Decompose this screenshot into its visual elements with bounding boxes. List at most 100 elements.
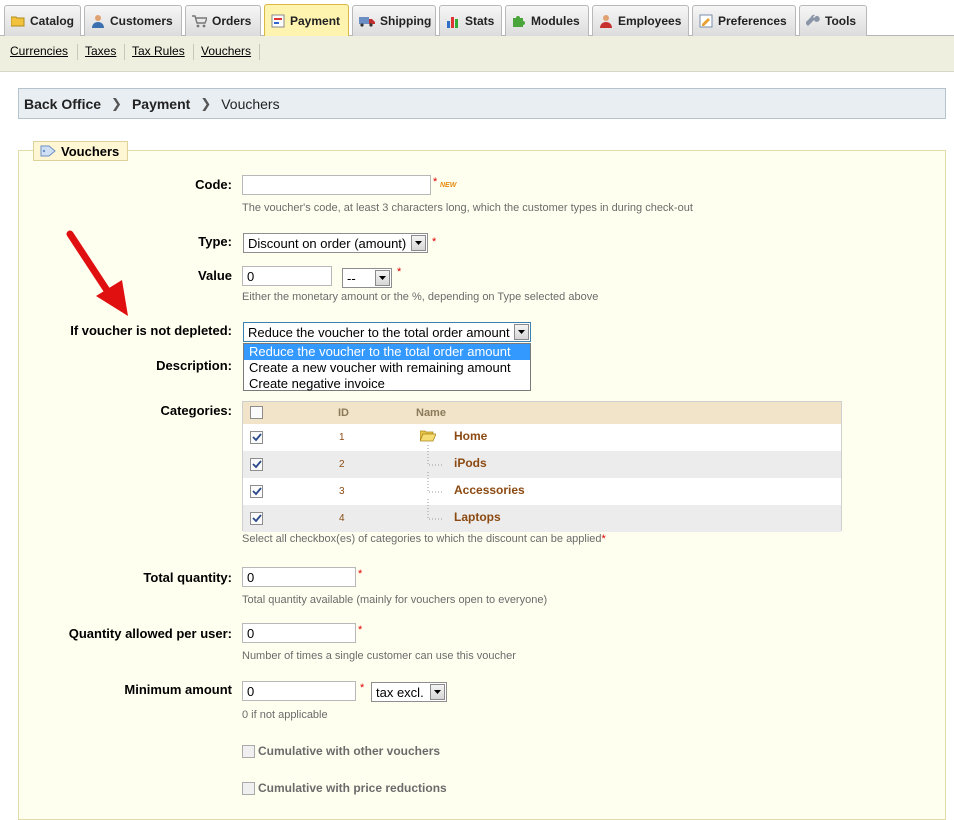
total-quantity-label: Total quantity: [143, 570, 232, 585]
breadcrumb-back-office[interactable]: Back Office [24, 96, 101, 112]
category-name[interactable]: iPods [454, 456, 487, 470]
breadcrumb-payment[interactable]: Payment [132, 96, 190, 112]
employee-icon [600, 15, 612, 28]
subnav-divider [77, 44, 78, 60]
tab-preferences[interactable]: Preferences [692, 5, 796, 36]
chart-icon [447, 17, 458, 28]
tab-orders[interactable]: Orders [185, 5, 261, 36]
qty-per-user-label: Quantity allowed per user: [68, 626, 232, 641]
option-negative-invoice[interactable]: Create negative invoice [244, 376, 530, 392]
tab-employees[interactable]: Employees [592, 5, 689, 36]
cumulative-vouchers-checkbox[interactable] [242, 744, 255, 758]
tree-branch-icon [427, 445, 444, 466]
qty-per-user-input[interactable] [242, 623, 356, 643]
tab-catalog[interactable]: Catalog [4, 5, 81, 36]
required-mark: * [433, 176, 438, 188]
qty-per-user-hint: Number of times a single customer can us… [242, 650, 516, 662]
cumulative-reductions-checkbox[interactable] [242, 781, 255, 795]
not-depleted-select[interactable]: Reduce the voucher to the total order am… [243, 322, 531, 342]
table-row: 1 Home [243, 424, 841, 451]
tax-select[interactable]: tax excl. [371, 682, 447, 702]
tab-customers[interactable]: Customers [84, 5, 182, 36]
subnav-vouchers[interactable]: Vouchers [201, 44, 251, 58]
wrench-icon [806, 14, 820, 26]
annotation-arrow-icon [66, 230, 128, 316]
table-row: 4 Laptops [243, 499, 841, 532]
tab-modules[interactable]: Modules [505, 5, 589, 36]
payment-icon [271, 14, 285, 28]
subnav-currencies[interactable]: Currencies [10, 44, 68, 58]
preferences-icon [699, 14, 713, 28]
min-amount-hint: 0 if not applicable [242, 709, 328, 721]
not-depleted-options-list[interactable]: Reduce the voucher to the total order am… [243, 343, 531, 391]
category-checkbox[interactable] [250, 485, 263, 498]
category-id: 2 [339, 459, 345, 470]
subnav-divider [193, 44, 194, 60]
chevron-down-icon [375, 270, 390, 286]
puzzle-icon [513, 16, 525, 27]
select-all-checkbox[interactable] [250, 406, 263, 419]
column-id: ID [338, 407, 349, 419]
code-label: Code: [195, 177, 232, 192]
tab-stats[interactable]: Stats [439, 5, 502, 36]
code-input[interactable] [242, 175, 431, 195]
tag-icon [40, 145, 56, 157]
min-amount-input[interactable] [242, 681, 356, 701]
categories-label: Categories: [160, 403, 232, 418]
value-input[interactable] [242, 266, 332, 286]
category-checkbox[interactable] [250, 512, 263, 525]
user-icon [92, 15, 104, 28]
value-hint: Either the monetary amount or the %, dep… [242, 291, 599, 303]
category-name[interactable]: Home [454, 429, 487, 443]
required-mark: * [601, 533, 606, 545]
breadcrumb-vouchers: Vouchers [221, 95, 280, 112]
tree-branch-icon [427, 499, 444, 520]
table-row: 3 Accessories [243, 472, 841, 505]
description-label: Description: [156, 358, 232, 373]
tab-payment[interactable]: Payment [264, 4, 349, 37]
subnav-tax-rules[interactable]: Tax Rules [132, 44, 185, 58]
required-mark: * [397, 266, 402, 278]
required-mark: * [358, 568, 363, 580]
type-select[interactable]: Discount on order (amount) [243, 233, 428, 253]
sub-navigation: Currencies Taxes Tax Rules Vouchers [0, 36, 954, 72]
tab-shipping[interactable]: Shipping [352, 5, 436, 36]
table-row: 2 iPods [243, 445, 841, 478]
subnav-divider [124, 44, 125, 60]
tree-branch-icon [427, 472, 444, 493]
category-id: 1 [339, 432, 345, 443]
chevron-down-icon [411, 235, 426, 251]
section-title-text: Vouchers [61, 143, 120, 159]
cumulative-vouchers-option[interactable]: Cumulative with other vouchers [242, 744, 440, 758]
option-new-voucher[interactable]: Create a new voucher with remaining amou… [244, 360, 530, 376]
not-depleted-label: If voucher is not depleted: [70, 323, 232, 338]
table-header: ID Name [243, 402, 841, 424]
folder-icon [11, 16, 25, 27]
category-id: 4 [339, 513, 345, 524]
value-unit-select[interactable]: -- [342, 268, 392, 288]
type-label: Type: [198, 234, 232, 249]
cumulative-reductions-option[interactable]: Cumulative with price reductions [242, 781, 447, 795]
total-quantity-hint: Total quantity available (mainly for vou… [242, 594, 548, 606]
cart-icon [192, 14, 207, 27]
subnav-taxes[interactable]: Taxes [85, 44, 116, 58]
categories-table: ID Name 1 Home 2 iPods 3 Accessories 4 L… [242, 401, 842, 532]
new-badge: NEW [440, 182, 457, 189]
option-reduce-voucher[interactable]: Reduce the voucher to the total order am… [244, 344, 530, 360]
categories-hint: Select all checkbox(es) of categories to… [242, 533, 606, 545]
total-quantity-input[interactable] [242, 567, 356, 587]
tab-tools[interactable]: Tools [799, 5, 867, 36]
column-name: Name [416, 407, 446, 419]
category-name[interactable]: Accessories [454, 483, 525, 497]
category-checkbox[interactable] [250, 458, 263, 471]
chevron-right-icon: ❯ [200, 95, 212, 111]
category-name[interactable]: Laptops [454, 510, 501, 524]
required-mark: * [358, 624, 363, 636]
category-id: 3 [339, 486, 345, 497]
code-hint: The voucher's code, at least 3 character… [242, 202, 693, 214]
main-tab-bar: Catalog Customers Orders Payment Shippin… [0, 0, 954, 37]
category-checkbox[interactable] [250, 431, 263, 444]
chevron-down-icon [430, 684, 445, 700]
section-title: Vouchers [33, 141, 129, 161]
min-amount-label: Minimum amount [124, 682, 232, 697]
